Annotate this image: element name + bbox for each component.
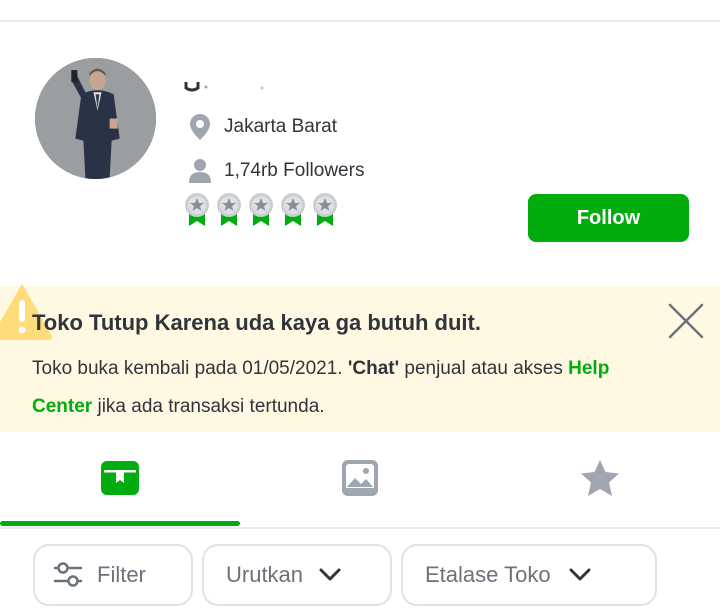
shop-location: Jakarta Barat [224, 116, 337, 137]
follow-button[interactable]: Follow [528, 194, 689, 242]
notice-text: Toko buka kembali pada 01/05/2021. [32, 358, 348, 379]
chat-link[interactable]: 'Chat' [348, 358, 399, 379]
showcase-dropdown[interactable]: Etalase Toko [401, 544, 657, 606]
showcase-label: Etalase Toko [425, 562, 551, 587]
notice-text: penjual atau akses [399, 358, 569, 379]
notice-title: Toko Tutup Karena uda kaya ga butuh duit… [32, 310, 481, 335]
sort-dropdown[interactable]: Urutkan [202, 544, 392, 606]
sliders-icon [53, 562, 83, 587]
avatar-image [35, 58, 156, 179]
location-pin-icon [188, 114, 212, 140]
shop-reputation-badge[interactable] [184, 192, 344, 228]
silver-medal-icon [185, 193, 209, 226]
close-icon[interactable] [667, 302, 705, 340]
notice-text: jika ada transaksi tertunda. [92, 396, 325, 417]
star-review-icon [581, 460, 619, 496]
shop-avatar[interactable] [35, 58, 156, 179]
filter-label: Filter [97, 562, 146, 587]
silver-medal-icon [281, 193, 305, 226]
shop-name-obscured [184, 68, 274, 92]
active-tab-indicator [0, 521, 240, 526]
shop-followers: 1,74rb Followers [224, 160, 365, 181]
shop-closed-notice: Toko Tutup Karena uda kaya ga butuh duit… [0, 284, 720, 432]
top-divider [0, 20, 720, 22]
sort-label: Urutkan [226, 562, 304, 587]
image-feed-icon [342, 460, 378, 496]
notice-description: Toko buka kembali pada 01/05/2021. 'Chat… [32, 350, 652, 426]
person-icon [188, 158, 212, 184]
tab-products[interactable] [0, 432, 240, 524]
tab-review[interactable] [480, 432, 720, 524]
silver-medal-icon [217, 193, 241, 226]
silver-medal-icon [313, 193, 337, 226]
chevron-down-icon [569, 568, 591, 581]
tab-feed[interactable] [240, 432, 480, 524]
silver-medal-icon [249, 193, 273, 226]
shop-followers-row[interactable]: 1,74rb Followers [188, 156, 364, 186]
tabs-divider [0, 527, 720, 529]
shop-location-row: Jakarta Barat [188, 112, 337, 142]
product-box-icon [101, 461, 139, 495]
shop-tabs [0, 432, 720, 528]
filter-button[interactable]: Filter [33, 544, 193, 606]
chevron-down-icon [319, 568, 341, 581]
